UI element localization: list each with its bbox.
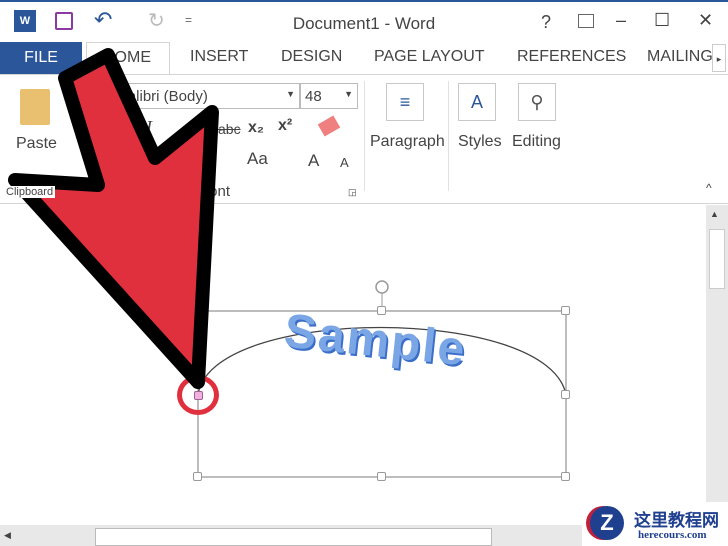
scroll-thumb[interactable] bbox=[95, 528, 492, 546]
scroll-thumb[interactable] bbox=[709, 229, 725, 289]
watermark: Z 这里教程网 herecours.com bbox=[582, 502, 728, 546]
scroll-left-button[interactable]: ◀ bbox=[4, 530, 11, 541]
watermark-url: herecours.com bbox=[638, 529, 707, 541]
watermark-logo: Z bbox=[590, 506, 624, 540]
scroll-up-button[interactable]: ▲ bbox=[710, 209, 719, 219]
pointer-arrow-icon bbox=[8, 48, 219, 389]
watermark-cn: 这里教程网 bbox=[634, 511, 719, 531]
vertical-scrollbar[interactable]: ▲ bbox=[706, 205, 728, 525]
clipboard-group-label: Clipboard bbox=[4, 186, 56, 198]
